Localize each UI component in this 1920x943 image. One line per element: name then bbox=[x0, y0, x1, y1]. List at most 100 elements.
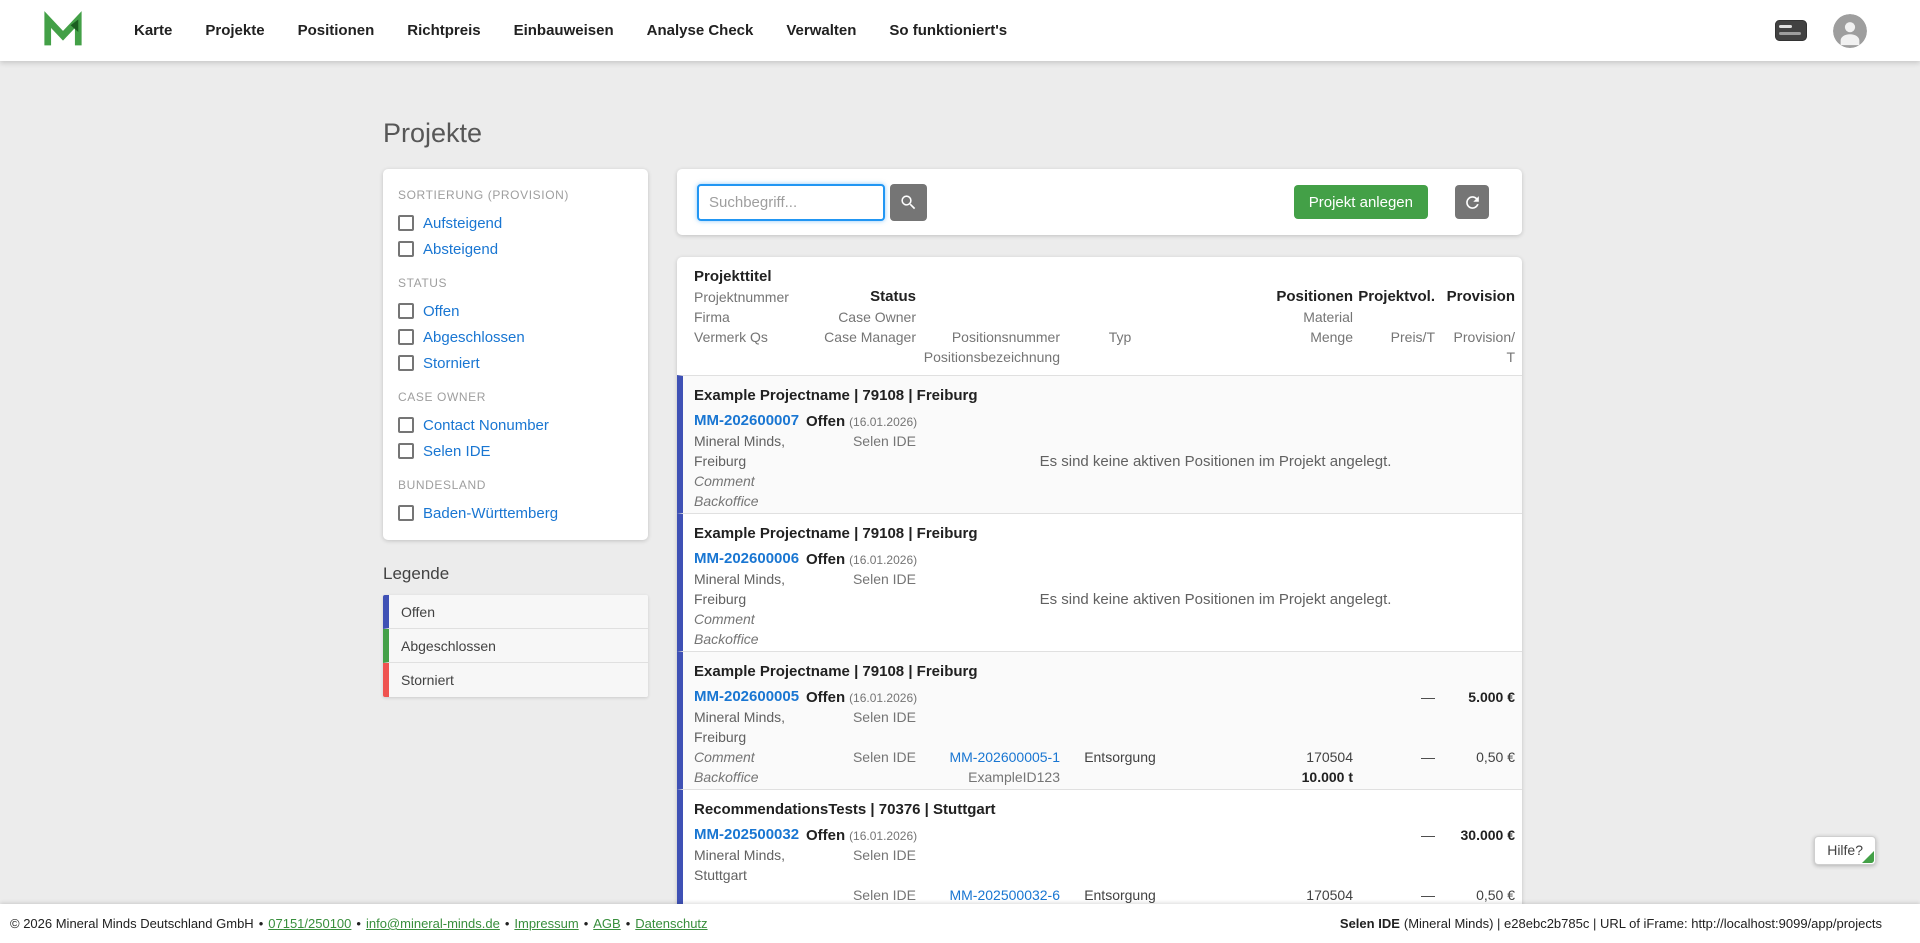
filter-option-label: Absteigend bbox=[423, 240, 499, 258]
position-provision: 0,50 € bbox=[1476, 749, 1515, 765]
checkbox-icon[interactable] bbox=[398, 241, 414, 257]
nav-positionen[interactable]: Positionen bbox=[298, 22, 375, 39]
mineral-minds-logo[interactable] bbox=[42, 10, 84, 52]
case-owner: Selen IDE bbox=[852, 709, 916, 725]
column-header: Positionsnummer bbox=[951, 329, 1060, 345]
filter-option-selen-ide[interactable]: Selen IDE bbox=[398, 438, 633, 464]
position-typ: Entsorgung bbox=[1084, 887, 1156, 903]
position-number-link[interactable]: MM-202500032-6 bbox=[916, 885, 1060, 905]
no-positions-message: Es sind keine aktiven Positionen im Proj… bbox=[1039, 452, 1392, 470]
toolbar-card: Projekt anlegen bbox=[677, 169, 1522, 235]
column-header: Firma bbox=[694, 309, 730, 325]
hilfe-button[interactable]: Hilfe? bbox=[1814, 836, 1876, 865]
legend-item-storniert: Storniert bbox=[383, 663, 648, 697]
legend-label: Storniert bbox=[401, 672, 454, 688]
main-column: Projekt anlegen Projekttitel Projektnumm… bbox=[677, 169, 1522, 907]
footer: © 2026 Mineral Minds Deutschland GmbH • … bbox=[0, 904, 1920, 943]
checkbox-icon[interactable] bbox=[398, 329, 414, 345]
page-title: Projekte bbox=[383, 118, 483, 148]
nav-einbauweisen[interactable]: Einbauweisen bbox=[514, 22, 614, 39]
search-input[interactable] bbox=[697, 183, 885, 221]
nav-analyse-check[interactable]: Analyse Check bbox=[647, 22, 754, 39]
project-row[interactable]: Example Projectname | 79108 | Freiburg M… bbox=[677, 513, 1522, 651]
project-provision-total: 5.000 € bbox=[1468, 689, 1515, 705]
filter-option-label: Aufsteigend bbox=[423, 214, 503, 232]
project-number-link[interactable]: MM-202500032 bbox=[694, 825, 806, 845]
filter-option-label: Contact Nonumber bbox=[423, 416, 549, 434]
project-row-title: Example Projectname | 79108 | Freiburg bbox=[694, 663, 978, 680]
header-col-typ: Typ bbox=[1060, 267, 1180, 367]
filter-option-absteigend[interactable]: Absteigend bbox=[398, 236, 633, 262]
position-provision: 0,50 € bbox=[1476, 887, 1515, 903]
nav-projekte[interactable]: Projekte bbox=[205, 22, 264, 39]
footer-phone-link[interactable]: 07151/250100 bbox=[268, 916, 351, 931]
footer-left: © 2026 Mineral Minds Deutschland GmbH • … bbox=[10, 916, 708, 931]
column-header: Positionsbezeichnung bbox=[923, 349, 1060, 365]
footer-datenschutz-link[interactable]: Datenschutz bbox=[635, 916, 707, 931]
header-col-status: Status Case Owner Case Manager bbox=[806, 267, 916, 367]
filter-option-label: Baden-Württemberg bbox=[423, 504, 559, 522]
project-number-link[interactable]: MM-202600006 bbox=[694, 549, 806, 569]
project-row[interactable]: RecommendationsTests | 70376 | Stuttgart… bbox=[677, 789, 1522, 907]
vermerk-backoffice: Backoffice bbox=[694, 769, 759, 785]
filter-section-status: STATUS bbox=[398, 276, 448, 290]
vermerk-backoffice: Backoffice bbox=[694, 631, 759, 647]
checkbox-icon[interactable] bbox=[398, 417, 414, 433]
project-row[interactable]: Example Projectname | 79108 | Freiburg M… bbox=[677, 375, 1522, 513]
column-header: Projektnummer bbox=[694, 289, 789, 305]
project-number-link[interactable]: MM-202600007 bbox=[694, 411, 806, 431]
nav-karte[interactable]: Karte bbox=[134, 22, 172, 39]
projects-table: Projekttitel Projektnummer Firma Vermerk… bbox=[677, 257, 1522, 907]
filter-option-baden-wuerttemberg[interactable]: Baden-Württemberg bbox=[398, 500, 633, 526]
header-col-projektvol: Projektvol. Preis/T bbox=[1353, 267, 1435, 367]
user-avatar[interactable] bbox=[1833, 13, 1867, 48]
status-label: Offen bbox=[806, 827, 846, 844]
project-status: Offen (16.01.2026) bbox=[806, 825, 917, 845]
filter-option-label: Storniert bbox=[423, 354, 480, 372]
refresh-button[interactable] bbox=[1455, 185, 1489, 219]
create-project-button[interactable]: Projekt anlegen bbox=[1293, 185, 1428, 219]
checkbox-icon[interactable] bbox=[398, 443, 414, 459]
project-row[interactable]: Example Projectname | 79108 | Freiburg M… bbox=[677, 651, 1522, 789]
filter-option-contact-nonumber[interactable]: Contact Nonumber bbox=[398, 412, 633, 438]
position-case-manager: Selen IDE bbox=[852, 749, 916, 765]
status-date: (16.01.2026) bbox=[849, 691, 918, 705]
company-line: Stuttgart bbox=[694, 867, 747, 883]
project-number-link[interactable]: MM-202600005 bbox=[694, 687, 806, 707]
status-date: (16.01.2026) bbox=[849, 415, 918, 429]
project-row-title: Example Projectname | 79108 | Freiburg bbox=[694, 525, 978, 542]
checkbox-icon[interactable] bbox=[398, 215, 414, 231]
position-number-link[interactable]: MM-202600005-1 bbox=[916, 747, 1060, 767]
footer-email-link[interactable]: info@mineral-minds.de bbox=[366, 916, 500, 931]
checkbox-icon[interactable] bbox=[398, 303, 414, 319]
checkbox-icon[interactable] bbox=[398, 355, 414, 371]
sessions-icon[interactable] bbox=[1775, 20, 1807, 41]
footer-impressum-link[interactable]: Impressum bbox=[514, 916, 578, 931]
position-material: 170504 bbox=[1306, 749, 1353, 765]
project-row-grid: MM-202600007 Offen (16.01.2026) Mineral … bbox=[694, 411, 1515, 511]
filter-section-sortierung: SORTIERUNG (PROVISION) bbox=[398, 188, 569, 202]
filter-option-offen[interactable]: Offen bbox=[398, 298, 633, 324]
legend: Offen Abgeschlossen Storniert bbox=[383, 595, 648, 697]
status-label: Offen bbox=[806, 689, 846, 706]
column-header: Projektvol. bbox=[1358, 288, 1435, 305]
filter-option-storniert[interactable]: Storniert bbox=[398, 350, 633, 376]
case-owner: Selen IDE bbox=[852, 433, 916, 449]
filter-option-abgeschlossen[interactable]: Abgeschlossen bbox=[398, 324, 633, 350]
search-button[interactable] bbox=[890, 183, 927, 221]
magnifier-icon bbox=[901, 194, 916, 209]
nav-richtpreis[interactable]: Richtpreis bbox=[407, 22, 480, 39]
column-header: Positionen bbox=[1276, 288, 1353, 305]
filter-option-aufsteigend[interactable]: Aufsteigend bbox=[398, 210, 633, 236]
footer-agb-link[interactable]: AGB bbox=[593, 916, 620, 931]
nav-so-funktionierts[interactable]: So funktioniert's bbox=[889, 22, 1007, 39]
nav-verwalten[interactable]: Verwalten bbox=[786, 22, 856, 39]
checkbox-icon[interactable] bbox=[398, 505, 414, 521]
company-line: Freiburg bbox=[694, 729, 747, 745]
